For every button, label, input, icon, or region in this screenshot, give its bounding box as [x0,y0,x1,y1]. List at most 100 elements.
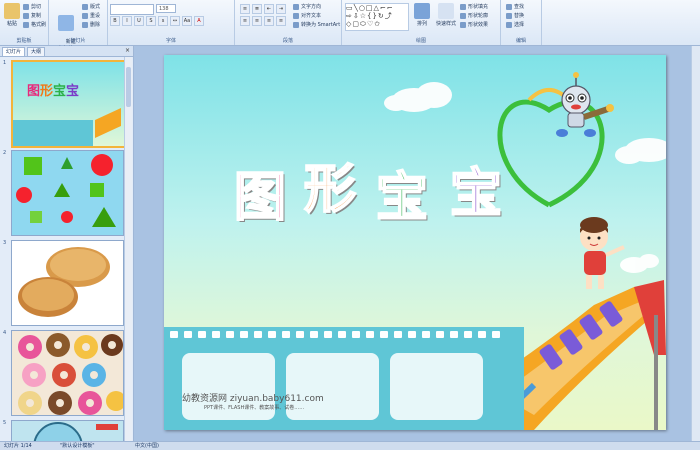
tab-slides[interactable]: 幻灯片 [2,47,26,56]
quick-styles-icon [438,3,454,19]
delete-icon [82,21,88,28]
title-char-3: 宝 [375,167,429,229]
reset-button[interactable]: 重设 [82,12,100,19]
align-text-icon [293,12,299,19]
numbering-button[interactable]: ≣ [252,4,262,14]
shapes-gallery[interactable]: ▭╲○□△⌐⌐ ⇨⇩☆{}↻⤴ ◇▢⬭♡✩ [345,3,409,31]
find-icon [506,3,512,10]
donuts-thumbnail-art [18,333,123,415]
arrange-icon [414,3,430,19]
new-slide-icon [58,15,74,31]
group-editing: 查找 替换 选择 编辑 [501,0,542,45]
font-size-input[interactable]: 138 [156,4,176,13]
delete-button[interactable]: 删除 [82,21,100,28]
font-label: 字体 [165,38,176,44]
slide-thumbnail-4[interactable] [11,330,124,416]
slides-panel: 幻灯片 大纲 × 1 图形宝宝 2 3 4 5 [0,46,134,443]
select-button[interactable]: 选择 [506,21,524,28]
panel-tabs: 幻灯片 大纲 × [0,46,133,57]
title-char-4: 宝 [449,163,503,225]
strikethrough-button[interactable]: S [146,16,156,26]
shape-fill-button[interactable]: 形状填充 [460,3,488,10]
arrange-button[interactable]: 排列 [412,3,432,27]
main-scrollbar[interactable] [691,46,700,441]
shadow-button[interactable]: s [158,16,168,26]
align-center-button[interactable]: ≡ [252,16,262,26]
align-text-button[interactable]: 对齐文本 [293,12,321,19]
thumb-slide-toy [95,107,121,139]
text-direction-button[interactable]: 文字方向 [293,3,321,10]
drawing-label: 绘图 [415,38,426,44]
copy-icon [23,12,29,19]
shapes-thumbnail-art [16,154,116,227]
slide-thumbnail-1[interactable]: 图形宝宝 [11,60,126,148]
thumb-title: 图形宝宝 [27,84,80,99]
paragraph-label: 段落 [282,38,293,44]
watermark-text: 幼教资源网 ziyuan.baby611.com [182,394,324,404]
fill-icon [460,3,466,10]
film-holes [164,331,530,339]
girl-character [580,217,625,289]
slide-number: 1 [3,60,7,66]
tab-outline[interactable]: 大纲 [27,47,46,56]
underline-button[interactable]: U [134,16,144,26]
spacing-button[interactable]: ↔ [170,16,180,26]
list-format-row: ≡ ≣ ⇤ ⇥ [240,4,286,14]
slide-thumbnail-5[interactable] [11,420,124,443]
layout-button[interactable]: 版式 [82,3,100,10]
format-painter-button[interactable]: 格式刷 [23,21,46,28]
biscuits-thumbnail-art [18,247,110,317]
text-direction-icon [293,3,299,10]
slide-number: 2 [3,150,7,156]
panel-scroll-thumb[interactable] [126,67,131,107]
cut-button[interactable]: 剪切 [23,3,41,10]
slide-number: 4 [3,330,7,336]
increase-indent-button[interactable]: ⇥ [276,4,286,14]
align-left-button[interactable]: ≡ [240,16,250,26]
shape-outline-button[interactable]: 形状轮廓 [460,12,488,19]
cloud-right [615,138,666,164]
ribbon: 粘贴 剪切 复制 格式刷 剪贴板 新建 幻灯片 版式 重设 删除 幻灯片 字体 … [0,0,700,52]
justify-button[interactable]: ≡ [276,16,286,26]
font-name-input[interactable] [110,4,154,15]
clock-thumbnail-art [33,422,118,442]
film-frame-3 [390,353,483,420]
clipboard-label: 剪贴板 [16,38,32,44]
slide-thumbnail-2[interactable] [11,150,124,236]
robot-character [556,72,614,137]
shape-effects-button[interactable]: 形状效果 [460,21,488,28]
convert-smartart-button[interactable]: 转换为 SmartArt [293,21,340,28]
scissors-icon [23,3,29,10]
paste-button[interactable]: 粘贴 [4,3,20,27]
copy-button[interactable]: 复制 [23,12,41,19]
brush-icon [23,21,29,28]
slide-thumbnail-3[interactable] [11,240,124,326]
slides-label: 幻灯片 [70,38,86,44]
reset-icon [82,12,88,19]
watermark-subtext: PPT课件、FLASH课件、教案故事、试卷…… [204,405,305,411]
slide-number: 3 [3,240,7,246]
slide-number: 5 [3,420,7,426]
smartart-icon [293,21,299,28]
align-right-button[interactable]: ≡ [264,16,274,26]
current-slide[interactable]: 图 形 宝 宝 幼教资源网 ziyuan.baby611.com PPT课件、F… [164,55,666,430]
slide-edit-area: 图 形 宝 宝 幼教资源网 ziyuan.baby611.com PPT课件、F… [134,46,700,441]
cloud-left [384,82,452,112]
title-char-1: 图 [233,167,287,229]
case-button[interactable]: Aa [182,16,192,26]
effects-icon [460,21,466,28]
title-char-2: 形 [303,159,357,221]
thumb-film [13,120,93,146]
replace-button[interactable]: 替换 [506,12,524,19]
find-button[interactable]: 查找 [506,3,524,10]
group-clipboard: 粘贴 剪切 复制 格式刷 剪贴板 [0,0,49,45]
panel-scrollbar[interactable] [124,57,132,441]
layout-icon [82,3,88,10]
close-icon[interactable]: × [125,47,130,54]
italic-button[interactable]: I [122,16,132,26]
bold-button[interactable]: B [110,16,120,26]
decrease-indent-button[interactable]: ⇤ [264,4,274,14]
quick-styles-button[interactable]: 快速样式 [434,3,458,27]
bullets-button[interactable]: ≡ [240,4,250,14]
font-color-button[interactable]: A [194,16,204,26]
